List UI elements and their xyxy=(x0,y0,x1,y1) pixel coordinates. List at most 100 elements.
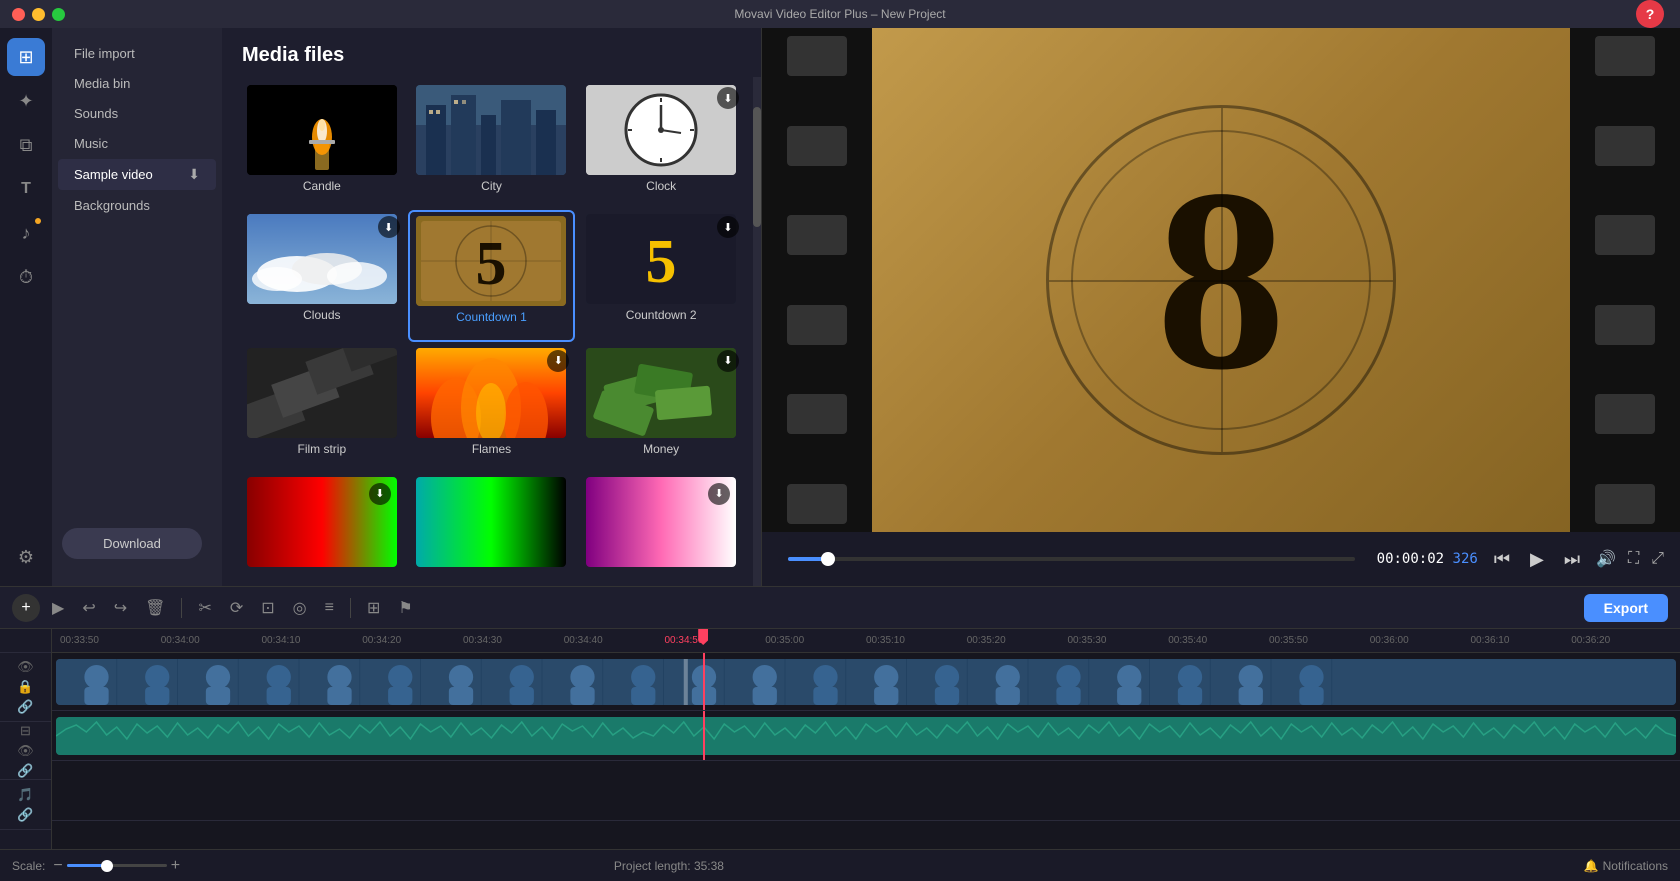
ruler-spacer xyxy=(0,629,51,653)
media-label-filmstrip: Film strip xyxy=(297,442,346,456)
slider-knob[interactable] xyxy=(101,860,113,872)
media-scroll-area[interactable]: Candle xyxy=(222,77,761,586)
toolbar-separator2 xyxy=(350,598,351,618)
sidebar-icon-titles[interactable]: T xyxy=(7,170,45,208)
maximize-button[interactable] xyxy=(52,8,65,21)
partial3-download-badge[interactable]: ⬇ xyxy=(708,483,730,505)
delete-button[interactable]: 🗑 xyxy=(139,594,171,622)
media-thumb-partial3: ⬇ xyxy=(586,477,736,567)
sidebar-icon-history[interactable]: ⏱ xyxy=(7,258,45,296)
progress-bar[interactable] xyxy=(788,557,1355,561)
help-button[interactable]: ? xyxy=(1636,0,1664,28)
sidebar-icon-tools[interactable]: ⚙ xyxy=(7,538,45,576)
ruler-mark: 00:34:30 xyxy=(463,635,564,646)
filmstrip-hole xyxy=(1595,305,1655,345)
audio-eye-icon[interactable]: 👁 xyxy=(17,743,34,759)
filmstrip-right xyxy=(1570,28,1680,532)
next-frame-button[interactable]: ⏭ xyxy=(1560,545,1584,574)
color-button[interactable]: ◎ xyxy=(287,594,313,622)
overlay-button[interactable]: ⊞ xyxy=(361,594,386,622)
nav-item-music[interactable]: Music xyxy=(58,129,216,158)
undo-button[interactable]: ↩ xyxy=(76,594,101,622)
ruler-mark: 00:35:20 xyxy=(967,635,1068,646)
media-item-countdown1[interactable]: 5 Countdown 1 xyxy=(408,210,576,341)
media-item-candle[interactable]: Candle xyxy=(238,81,406,208)
volume-icon[interactable]: 🔊 xyxy=(1596,549,1616,569)
media-files-title: Media files xyxy=(222,28,761,77)
scroll-thumb[interactable] xyxy=(753,107,761,227)
clock-download-badge[interactable]: ⬇ xyxy=(717,87,739,109)
sidebar-icon-effects[interactable]: ✦ xyxy=(7,82,45,120)
clouds-download-badge[interactable]: ⬇ xyxy=(378,216,400,238)
media-item-partial3[interactable]: ⬇ xyxy=(577,473,745,582)
align-button[interactable]: ≡ xyxy=(319,595,340,621)
media-item-city[interactable]: City xyxy=(408,81,576,208)
nav-item-sounds[interactable]: Sounds xyxy=(58,99,216,128)
add-track-button[interactable]: + xyxy=(12,594,40,622)
audio2-link-icon[interactable]: 🔗 xyxy=(17,807,33,823)
scroll-track[interactable] xyxy=(753,77,761,586)
media-thumb-city xyxy=(416,85,566,175)
nav-item-media-bin[interactable]: Media bin xyxy=(58,69,216,98)
download-icon: ⬇ xyxy=(188,166,200,183)
nav-panel: File import Media bin Sounds Music Sampl… xyxy=(52,28,222,586)
media-item-countdown2[interactable]: 5 ⬇ Countdown 2 xyxy=(577,210,745,341)
loop-button[interactable]: ⟳ xyxy=(224,594,249,622)
download-button[interactable]: Download xyxy=(62,528,202,559)
redo-button[interactable]: ↪ xyxy=(108,594,133,622)
scale-slider[interactable]: − + xyxy=(53,857,180,875)
media-label-countdown2: Countdown 2 xyxy=(626,308,697,322)
filmstrip-hole xyxy=(787,305,847,345)
flag-button[interactable]: ⚑ xyxy=(392,594,418,622)
media-item-partial1[interactable]: ⬇ xyxy=(238,473,406,582)
money-download-badge[interactable]: ⬇ xyxy=(717,350,739,372)
media-item-partial2[interactable] xyxy=(408,473,576,582)
nav-item-sample-video[interactable]: Sample video ⬇ xyxy=(58,159,216,190)
notifications-button[interactable]: 🔔 Notifications xyxy=(1584,859,1668,873)
media-thumb-money xyxy=(586,348,736,438)
filmstrip-hole xyxy=(787,215,847,255)
scale-label: Scale: xyxy=(12,859,45,873)
progress-handle[interactable] xyxy=(821,552,835,566)
nav-item-backgrounds[interactable]: Backgrounds xyxy=(58,191,216,220)
scale-minus-button[interactable]: − xyxy=(53,857,62,875)
countdown-circle: 8 xyxy=(1046,105,1396,455)
media-item-flames[interactable]: ⬇ Flames xyxy=(408,344,576,471)
track-ctrl-audio2: 🎵 🔗 xyxy=(0,780,51,830)
partial1-download-badge[interactable]: ⬇ xyxy=(369,483,391,505)
media-item-clock[interactable]: ⬇ Clock xyxy=(577,81,745,208)
flames-download-badge[interactable]: ⬇ xyxy=(547,350,569,372)
fullscreen-icon[interactable]: ⛶ xyxy=(1628,550,1639,568)
equalizer-icon[interactable]: ⊟ xyxy=(20,723,31,739)
sidebar-icon-media[interactable]: ⊞ xyxy=(7,38,45,76)
slider-track[interactable] xyxy=(67,864,167,867)
audio-link-icon[interactable]: 🔗 xyxy=(17,763,33,779)
play-button[interactable]: ▶ xyxy=(1526,545,1548,574)
sidebar-icon-transitions[interactable]: ⧉ xyxy=(7,126,45,164)
scale-plus-button[interactable]: + xyxy=(171,857,180,875)
ruler-mark: 00:34:50 xyxy=(665,635,766,646)
ruler-mark: 00:34:00 xyxy=(161,635,262,646)
prev-frame-button[interactable]: ⏮ xyxy=(1490,545,1514,574)
sidebar-icon-music[interactable]: ♪ xyxy=(7,214,45,252)
cut-button[interactable]: ✂ xyxy=(192,594,217,622)
media-item-clouds[interactable]: ⬇ Clouds xyxy=(238,210,406,341)
crop-button[interactable]: ⊡ xyxy=(255,594,280,622)
collapse-button[interactable]: ▶ xyxy=(46,594,70,622)
export-button[interactable]: Export xyxy=(1584,594,1668,622)
expand-icon[interactable]: ⤢ xyxy=(1651,550,1664,568)
music-icon[interactable]: 🎵 xyxy=(17,787,33,803)
minimize-button[interactable] xyxy=(32,8,45,21)
audio-track1-content[interactable]: // Generate waveform bars xyxy=(56,717,1676,755)
media-item-filmstrip[interactable]: Film strip xyxy=(238,344,406,471)
lock-icon[interactable]: 🔒 xyxy=(17,679,33,695)
filmstrip-hole xyxy=(1595,484,1655,524)
close-button[interactable] xyxy=(12,8,25,21)
link-icon[interactable]: 🔗 xyxy=(17,699,33,715)
video-track-content[interactable] xyxy=(56,659,1676,705)
nav-item-file-import[interactable]: File import xyxy=(58,39,216,68)
timeline-content: 👁 🔒 🔗 ⊟ 👁 🔗 🎵 🔗 00:33:50 00:34:00 xyxy=(0,629,1680,849)
media-label-clock: Clock xyxy=(646,179,676,193)
media-item-money[interactable]: ⬇ Money xyxy=(577,344,745,471)
eye-icon[interactable]: 👁 xyxy=(17,659,34,675)
